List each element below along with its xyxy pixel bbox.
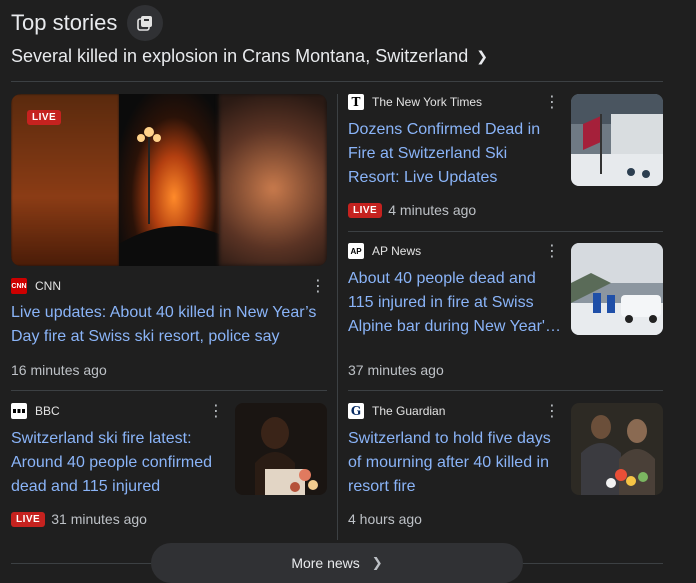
story-time: LIVE 4 minutes ago bbox=[348, 202, 476, 218]
bbc-logo-icon bbox=[11, 403, 27, 419]
source-name: The New York Times bbox=[372, 95, 483, 109]
cnn-logo-icon: CNN bbox=[11, 278, 27, 294]
guardian-story-thumbnail[interactable] bbox=[571, 403, 663, 495]
source-name: BBC bbox=[35, 404, 60, 418]
story-time: 37 minutes ago bbox=[348, 362, 444, 378]
chevron-right-icon: ❯ bbox=[371, 555, 383, 570]
more-options-icon[interactable]: ⋮ bbox=[208, 404, 224, 420]
more-options-icon[interactable]: ⋮ bbox=[310, 279, 326, 295]
divider bbox=[11, 81, 663, 82]
more-options-icon[interactable]: ⋮ bbox=[544, 404, 560, 420]
image-blur-right bbox=[219, 94, 327, 266]
story-time: 16 minutes ago bbox=[11, 362, 107, 378]
story-title-link[interactable]: Switzerland to hold five days of mournin… bbox=[348, 427, 558, 499]
ap-story-thumbnail[interactable] bbox=[571, 243, 663, 335]
story-source[interactable]: BBC bbox=[11, 403, 60, 419]
nyt-logo-icon: T bbox=[348, 94, 364, 110]
more-news-label: More news bbox=[291, 555, 360, 571]
guardian-logo-icon: G bbox=[348, 403, 364, 419]
topic-headline-link[interactable]: Several killed in explosion in Crans Mon… bbox=[11, 46, 488, 67]
source-name: CNN bbox=[35, 279, 61, 293]
timestamp: 37 minutes ago bbox=[348, 362, 444, 378]
more-options-icon[interactable]: ⋮ bbox=[544, 244, 560, 260]
story-time: 4 hours ago bbox=[348, 511, 422, 527]
more-options-icon[interactable]: ⋮ bbox=[544, 95, 560, 111]
story-title-link[interactable]: Switzerland ski fire latest: Around 40 p… bbox=[11, 427, 226, 499]
source-name: The Guardian bbox=[372, 404, 446, 418]
top-stories-header: Top stories bbox=[11, 5, 164, 41]
ap-logo-icon: AP bbox=[348, 243, 364, 259]
timestamp: 31 minutes ago bbox=[51, 511, 147, 527]
story-source[interactable]: G The Guardian bbox=[348, 403, 445, 419]
live-badge: LIVE bbox=[27, 110, 62, 125]
source-name: AP News bbox=[372, 244, 422, 258]
topic-headline: Several killed in explosion in Crans Mon… bbox=[11, 46, 469, 66]
story-title-link[interactable]: Live updates: About 40 killed in New Yea… bbox=[11, 301, 327, 349]
story-title-link[interactable]: Dozens Confirmed Dead in Fire at Switzer… bbox=[348, 118, 558, 190]
timestamp: 16 minutes ago bbox=[11, 362, 107, 378]
nyt-story-thumbnail[interactable] bbox=[571, 94, 663, 186]
live-badge: LIVE bbox=[11, 511, 46, 527]
copy-icon[interactable] bbox=[127, 5, 164, 41]
story-source[interactable]: T The New York Times bbox=[348, 94, 482, 110]
story-source[interactable]: CNN CNN bbox=[11, 278, 61, 294]
divider bbox=[348, 231, 663, 232]
live-badge: LIVE bbox=[348, 202, 383, 218]
timestamp: 4 minutes ago bbox=[388, 202, 477, 218]
story-source[interactable]: AP AP News bbox=[348, 243, 421, 259]
timestamp: 4 hours ago bbox=[348, 511, 422, 527]
story-time: LIVE 31 minutes ago bbox=[11, 511, 147, 527]
cnn-story-image[interactable]: LIVE bbox=[11, 94, 327, 266]
story-title-link[interactable]: About 40 people dead and 115 injured in … bbox=[348, 267, 563, 339]
more-news-button[interactable]: More news ❯ bbox=[151, 543, 523, 583]
divider bbox=[11, 390, 327, 391]
divider bbox=[348, 390, 663, 391]
chevron-right-icon: ❯ bbox=[476, 48, 488, 64]
fire-scene bbox=[119, 94, 219, 266]
column-divider bbox=[337, 94, 338, 540]
section-title: Top stories bbox=[11, 10, 118, 35]
bbc-story-thumbnail[interactable] bbox=[235, 403, 327, 495]
